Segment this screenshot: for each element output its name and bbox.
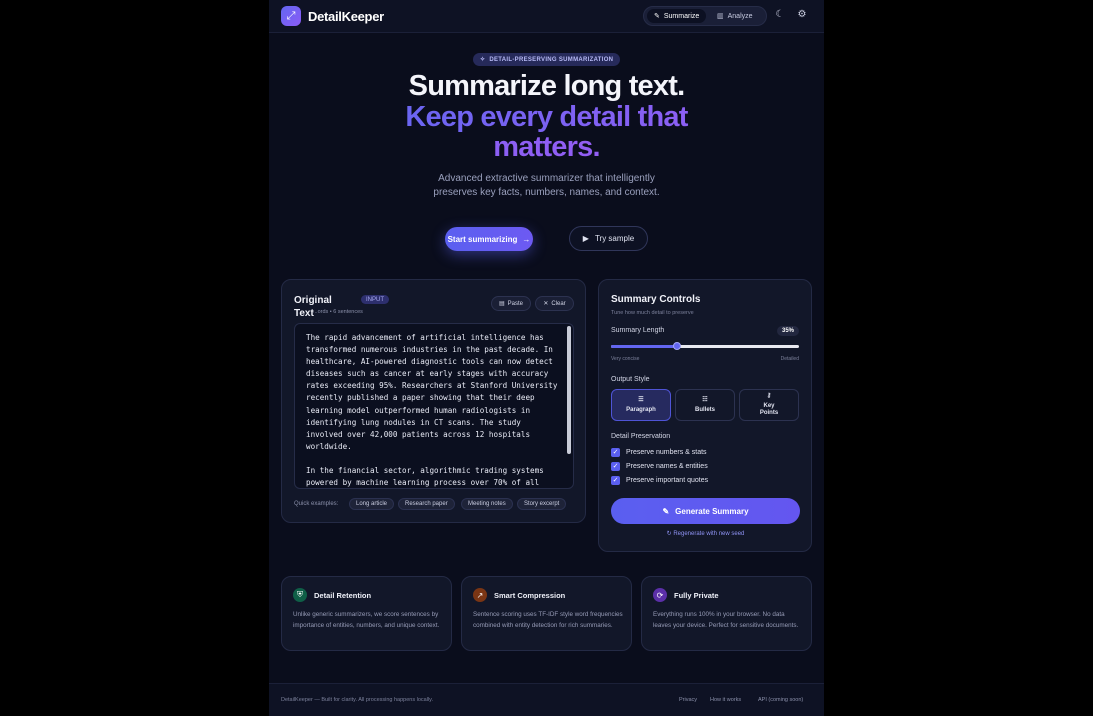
- start-summarizing-button[interactable]: Start summarizing →: [445, 227, 533, 251]
- nav-switch: ✎ Summarize ▥ Analyze: [643, 6, 767, 26]
- range-min-label: Very concise: [611, 356, 640, 362]
- example-chip-research-paper[interactable]: Research paper: [398, 498, 455, 510]
- footer-link-api[interactable]: API (coming soon): [758, 697, 803, 703]
- app-frame: ⤢ DetailKeeper ✎ Summarize ▥ Analyze ☾ ⚙…: [269, 0, 824, 716]
- hero-title-line2: Keep every detail that: [269, 102, 824, 132]
- original-text-area[interactable]: The rapid advancement of artificial inte…: [294, 323, 574, 489]
- style-keypoints-button[interactable]: ⚷ Key Points: [739, 389, 799, 421]
- nav-summarize-label: Summarize: [663, 12, 700, 20]
- text-stats: ...ords • 6 sentences: [313, 309, 363, 315]
- generate-summary-button[interactable]: ✎ Generate Summary: [611, 498, 800, 524]
- quick-examples-label: Quick examples:: [294, 501, 339, 507]
- start-summarizing-label: Start summarizing: [447, 234, 518, 244]
- eyebrow-text: DETAIL-PRESERVING SUMMARIZATION: [489, 56, 614, 63]
- feature-card-fully-private: ⟳ Fully Private Everything runs 100% in …: [641, 576, 812, 651]
- hero-subtitle: Advanced extractive summarizer that inte…: [433, 173, 660, 198]
- try-sample-label: Try sample: [594, 234, 635, 243]
- summary-length-value: 35%: [776, 326, 799, 336]
- paste-button[interactable]: ▤ Paste: [491, 296, 531, 311]
- wand-icon: ✎: [662, 506, 670, 516]
- style-keypoints-label: Key Points: [759, 403, 779, 416]
- controls-title: Summary Controls: [611, 294, 701, 305]
- input-card: Original Text INPUT ...ords • 6 sentence…: [281, 279, 586, 523]
- sync-icon: ⟳: [653, 588, 667, 602]
- detail-preservation-label: Detail Preservation: [611, 433, 671, 440]
- moon-icon[interactable]: ☾: [773, 7, 787, 21]
- feature-title: Smart Compression: [494, 591, 566, 600]
- style-paragraph-button[interactable]: ☰ Paragraph: [611, 389, 671, 421]
- feature-title: Detail Retention: [314, 591, 372, 600]
- pencil-icon: ✎: [654, 13, 660, 20]
- hero-title-line1: Summarize long text.: [408, 70, 685, 102]
- checkmark-icon: ✓: [611, 461, 620, 471]
- gear-icon[interactable]: ⚙: [795, 7, 809, 21]
- brand-name[interactable]: DetailKeeper: [308, 9, 384, 24]
- chart-icon: ▥: [717, 13, 724, 20]
- shield-icon: ⛨: [293, 588, 307, 602]
- slider-fill: [611, 345, 677, 348]
- clipboard-icon: ▤: [498, 301, 505, 307]
- textarea-scrollbar[interactable]: [567, 326, 571, 454]
- footer-copy: DetailKeeper — Built for clarity. All pr…: [281, 697, 434, 703]
- summary-length-slider[interactable]: [611, 342, 799, 350]
- eyebrow-badge: ✧ DETAIL-PRESERVING SUMMARIZATION: [473, 53, 621, 66]
- original-text-content: The rapid advancement of artificial inte…: [306, 333, 558, 488]
- list-icon: ☷: [702, 396, 708, 403]
- feature-title: Fully Private: [674, 591, 719, 600]
- play-icon: ▶: [582, 234, 589, 243]
- footer-link-privacy[interactable]: Privacy: [679, 697, 697, 703]
- preserve-names-label: Preserve names & entities: [626, 462, 708, 470]
- controls-subtitle: Tune how much detail to preserve: [611, 310, 694, 316]
- slider-thumb[interactable]: [672, 342, 681, 350]
- try-sample-button[interactable]: ▶ Try sample: [569, 226, 648, 251]
- paste-label: Paste: [507, 300, 523, 307]
- feature-card-detail-retention: ⛨ Detail Retention Unlike generic summar…: [281, 576, 452, 651]
- example-chip-meeting-notes[interactable]: Meeting notes: [461, 498, 513, 510]
- checkmark-icon: ✓: [611, 447, 620, 457]
- feature-card-smart-compression: ↗ Smart Compression Sentence scoring use…: [461, 576, 632, 651]
- nav-analyze[interactable]: ▥ Analyze: [710, 9, 760, 23]
- refresh-icon: ↻: [666, 531, 672, 537]
- example-chip-long-article[interactable]: Long article: [349, 498, 395, 510]
- close-icon: ✕: [543, 301, 549, 307]
- trend-icon: ↗: [473, 588, 487, 602]
- style-bullets-label: Bullets: [694, 406, 715, 413]
- input-card-title: Original Text: [294, 295, 332, 319]
- feature-description: Everything runs 100% in your browser. No…: [653, 611, 799, 629]
- example-chip-story-excerpt[interactable]: Story excerpt: [517, 498, 567, 510]
- footer-link-how-it-works[interactable]: How it works: [710, 697, 741, 703]
- range-max-label: Detailed: [780, 356, 799, 362]
- sparkle-icon: ✧: [480, 57, 486, 63]
- footer: DetailKeeper — Built for clarity. All pr…: [269, 683, 824, 716]
- feature-description: Unlike generic summarizers, we score sen…: [293, 611, 440, 629]
- arrow-right-icon: →: [522, 234, 531, 244]
- input-badge: INPUT: [361, 295, 389, 304]
- output-style-label: Output Style: [611, 376, 650, 383]
- regenerate-label: Regenerate with new seed: [673, 531, 745, 537]
- preserve-quotes-checkbox[interactable]: ✓ Preserve important quotes: [611, 475, 708, 485]
- style-paragraph-label: Paragraph: [626, 406, 656, 413]
- clear-button[interactable]: ✕ Clear: [535, 296, 574, 311]
- preserve-names-checkbox[interactable]: ✓ Preserve names & entities: [611, 461, 708, 471]
- generate-summary-label: Generate Summary: [675, 506, 749, 516]
- paragraph-icon: ☰: [638, 396, 644, 403]
- summary-length-label: Summary Length: [611, 327, 665, 334]
- checkmark-icon: ✓: [611, 475, 620, 485]
- controls-card: Summary Controls Tune how much detail to…: [598, 279, 812, 552]
- key-icon: ⚷: [766, 393, 772, 399]
- logo-icon[interactable]: ⤢: [281, 6, 301, 26]
- preserve-numbers-label: Preserve numbers & stats: [626, 448, 707, 456]
- nav-analyze-label: Analyze: [727, 12, 753, 20]
- preserve-quotes-label: Preserve important quotes: [626, 476, 709, 484]
- clear-label: Clear: [551, 300, 566, 307]
- top-bar: ⤢ DetailKeeper ✎ Summarize ▥ Analyze ☾ ⚙: [269, 0, 824, 33]
- preserve-numbers-checkbox[interactable]: ✓ Preserve numbers & stats: [611, 447, 707, 457]
- feature-description: Sentence scoring uses TF-IDF style word …: [473, 611, 623, 629]
- nav-summarize[interactable]: ✎ Summarize: [647, 9, 707, 23]
- style-bullets-button[interactable]: ☷ Bullets: [675, 389, 735, 421]
- hero-title-line3: matters.: [269, 132, 824, 162]
- regenerate-link[interactable]: ↻ Regenerate with new seed: [611, 530, 800, 537]
